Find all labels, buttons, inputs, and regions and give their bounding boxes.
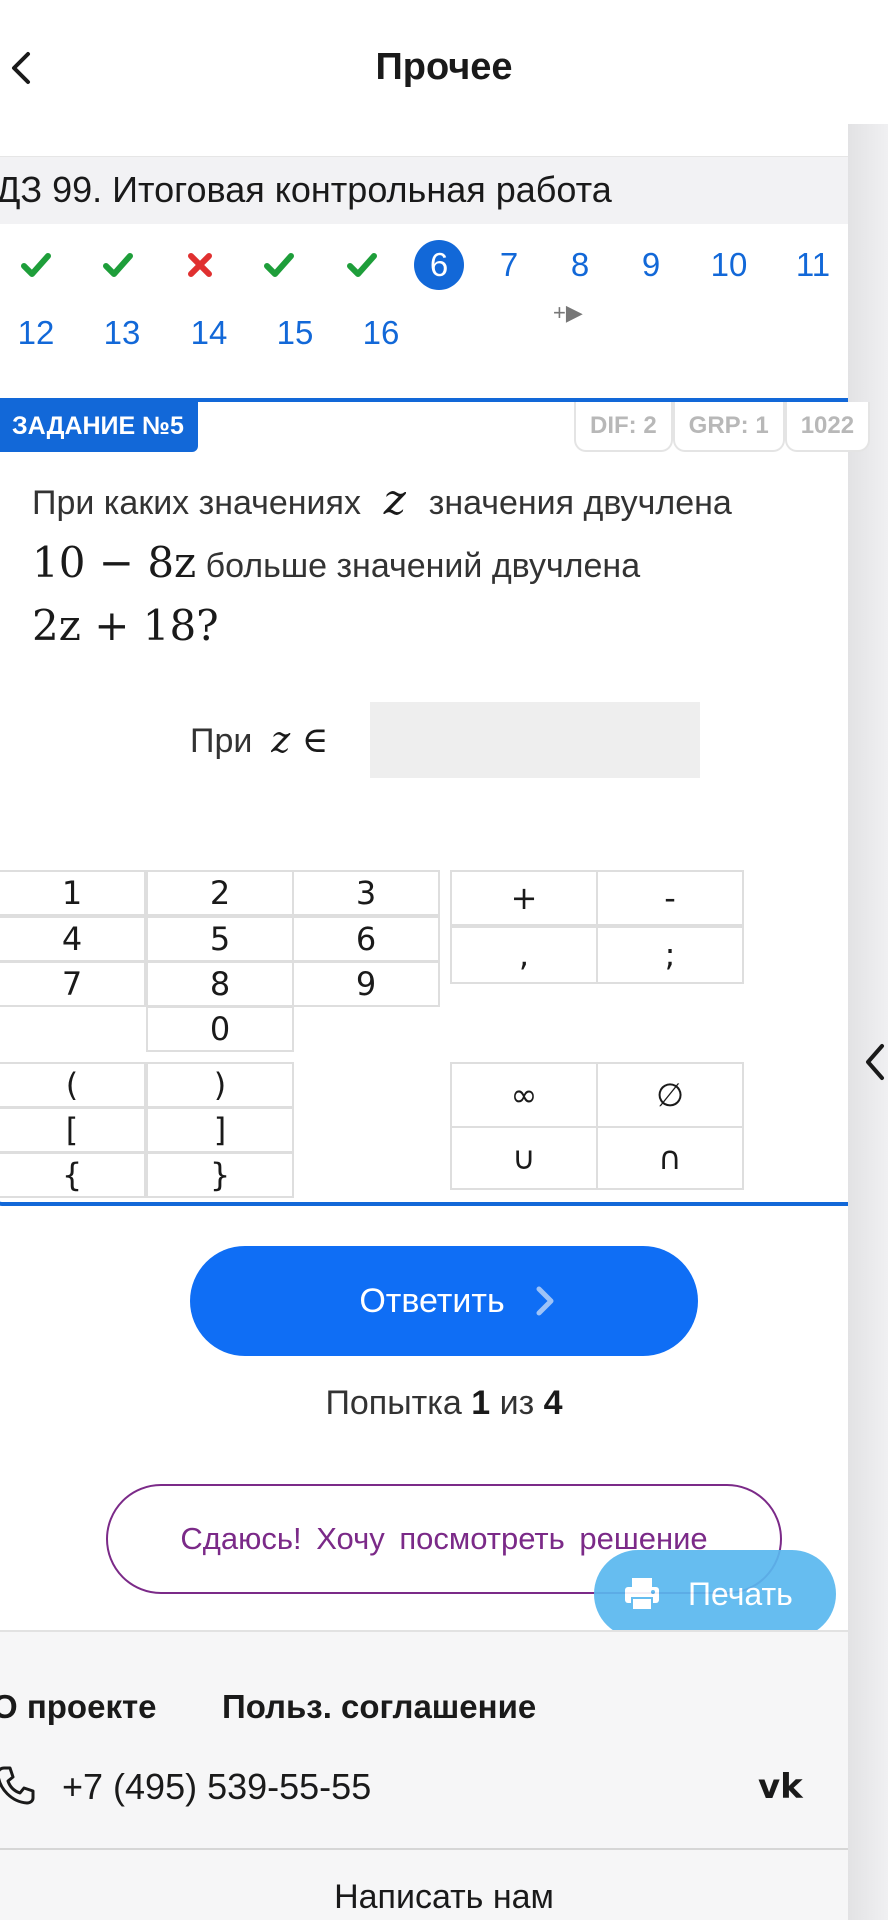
task-nav-item-1[interactable]: [6, 240, 66, 290]
task-nav-item-13[interactable]: 13: [92, 308, 152, 358]
task-navigation: 6 7 8 9 10 11 12 13 14 15 16: [0, 240, 848, 360]
task-nav-label: 13: [103, 314, 141, 351]
key-plus[interactable]: +: [450, 870, 598, 926]
key-bracket-open[interactable]: [: [0, 1107, 146, 1153]
task-nav-label: 11: [795, 246, 831, 283]
key-digit-6[interactable]: 6: [292, 916, 440, 962]
print-button[interactable]: Печать: [594, 1550, 836, 1638]
chevron-left-icon[interactable]: [862, 1040, 888, 1084]
task-nav-item-15[interactable]: 15: [265, 308, 325, 358]
key-brace-close[interactable]: }: [146, 1152, 294, 1198]
check-icon: [103, 253, 133, 277]
task-nav-label: 16: [362, 314, 400, 351]
task-nav-label: 14: [190, 314, 228, 351]
video-solution-badge: +▶: [553, 300, 583, 325]
site-footer: О проекте Польз. соглашение +7 (495) 539…: [0, 1630, 848, 1920]
phone-icon: [0, 1766, 35, 1805]
check-icon: [347, 253, 377, 277]
task-nav-item-11[interactable]: 11: [783, 240, 843, 290]
question-part: значения двучлена: [428, 484, 732, 522]
homework-title: ДЗ 99. Итоговая контрольная работа: [0, 169, 612, 210]
key-intersection[interactable]: ∩: [596, 1126, 744, 1190]
terms-link[interactable]: Польз. соглашение: [222, 1688, 536, 1726]
task-nav-label: 9: [641, 246, 661, 283]
task-nav-item-7[interactable]: 7: [479, 240, 539, 290]
key-digit-3[interactable]: 3: [292, 870, 440, 916]
check-icon: [21, 253, 51, 277]
key-brace-open[interactable]: {: [0, 1152, 146, 1198]
key-digit-5[interactable]: 5: [146, 916, 294, 962]
task-nav-item-16[interactable]: 16: [351, 308, 411, 358]
task-nav-label: 15: [276, 314, 314, 351]
key-digit-2[interactable]: 2: [146, 870, 294, 916]
task-nav-label: 10: [710, 246, 748, 283]
submit-answer-button[interactable]: Ответить: [190, 1246, 698, 1356]
page-title: Прочее: [375, 46, 513, 88]
task-nav-item-14[interactable]: 14: [179, 308, 239, 358]
check-icon: [264, 253, 294, 277]
task-number-badge: ЗАДАНИЕ №5: [0, 400, 198, 452]
task-nav-item-current[interactable]: 6: [409, 240, 469, 290]
key-semicolon[interactable]: ;: [596, 926, 744, 984]
app-header: Прочее: [0, 0, 888, 124]
key-paren-open[interactable]: (: [0, 1062, 146, 1108]
question-text: При каких значениях z значения двучлена …: [32, 470, 832, 659]
task-meta-tags: DIF: 2 GRP: 1 1022: [574, 402, 871, 452]
footer-divider: [0, 1848, 848, 1850]
key-digit-9[interactable]: 9: [292, 961, 440, 1007]
question-part: больше значений двучлена: [205, 547, 641, 585]
homework-title-bar: ДЗ 99. Итоговая контрольная работа: [0, 156, 848, 224]
about-link[interactable]: О проекте: [0, 1688, 156, 1726]
printer-icon: [625, 1578, 659, 1611]
svg-text:vk: vk: [758, 1768, 804, 1804]
cross-icon: [188, 253, 212, 277]
task-nav-item-12[interactable]: 12: [6, 308, 66, 358]
key-comma[interactable]: ,: [450, 926, 598, 984]
key-digit-7[interactable]: 7: [0, 961, 146, 1007]
task-nav-item-2[interactable]: [88, 240, 148, 290]
key-digit-8[interactable]: 8: [146, 961, 294, 1007]
answer-label: При z ∈: [190, 720, 329, 761]
task-nav-item-8[interactable]: 8: [550, 240, 610, 290]
phone-number[interactable]: +7 (495) 539-55-55: [62, 1766, 371, 1808]
task-nav-label: 12: [17, 314, 55, 351]
key-digit-0[interactable]: 0: [146, 1006, 294, 1052]
task-nav-item-3[interactable]: [170, 240, 230, 290]
task-nav-label: 7: [499, 246, 519, 283]
vk-icon[interactable]: vk: [758, 1768, 816, 1804]
chevron-right-icon: [536, 1286, 554, 1316]
write-us-link[interactable]: Написать нам: [0, 1878, 888, 1917]
difficulty-tag: DIF: 2: [574, 402, 673, 452]
math-expression-1: 10 − 8z: [32, 538, 197, 587]
key-bracket-close[interactable]: ]: [146, 1107, 294, 1153]
print-label: Печать: [688, 1576, 793, 1612]
group-tag: GRP: 1: [672, 402, 785, 452]
key-digit-4[interactable]: 4: [0, 916, 146, 962]
key-minus[interactable]: -: [596, 870, 744, 926]
task-nav-label: 8: [570, 246, 590, 283]
question-part: При каких значениях: [32, 484, 361, 522]
task-nav-item-10[interactable]: 10: [699, 240, 759, 290]
math-expression-2: 2z + 18?: [32, 601, 219, 650]
task-nav-item-9[interactable]: 9: [621, 240, 681, 290]
task-id-tag: 1022: [784, 402, 871, 452]
task-nav-label: 6: [429, 246, 449, 283]
math-variable: z: [383, 475, 406, 524]
key-paren-close[interactable]: ): [146, 1062, 294, 1108]
side-drawer-edge[interactable]: [848, 124, 888, 1920]
key-empty-set[interactable]: ∅: [596, 1062, 744, 1128]
submit-label: Ответить: [359, 1282, 505, 1320]
attempt-counter: Попытка 1 из 4: [325, 1384, 563, 1422]
key-union[interactable]: ∪: [450, 1126, 598, 1190]
answer-input[interactable]: [370, 702, 700, 778]
key-infinity[interactable]: ∞: [450, 1062, 598, 1128]
key-digit-1[interactable]: 1: [0, 870, 146, 916]
task-nav-item-5[interactable]: [332, 240, 392, 290]
task-nav-item-4[interactable]: [249, 240, 309, 290]
